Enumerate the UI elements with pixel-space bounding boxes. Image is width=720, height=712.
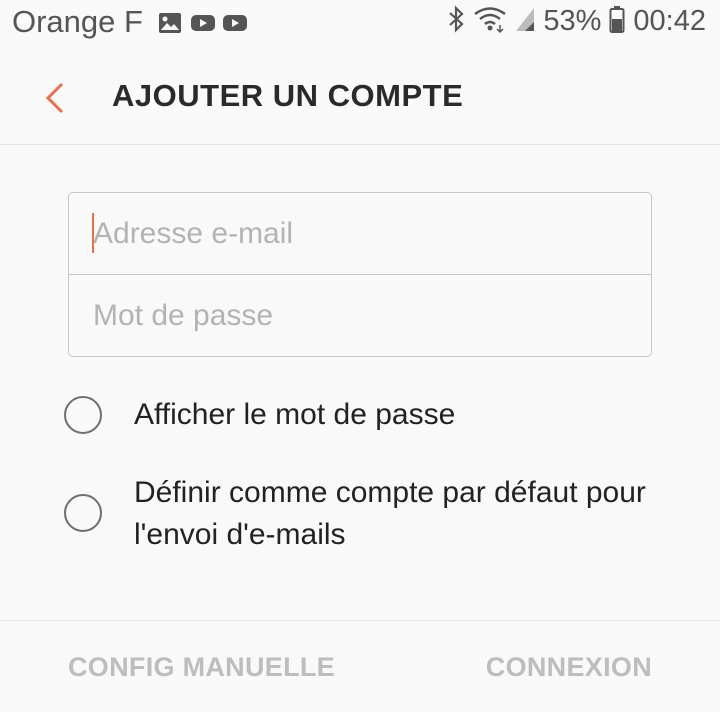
- notification-icons: [158, 12, 247, 33]
- default-account-option[interactable]: Définir comme compte par défaut pour l'e…: [64, 472, 654, 556]
- bluetooth-icon: [447, 4, 465, 39]
- status-icons: 53% 00:42: [447, 4, 706, 39]
- manual-config-button[interactable]: CONFIG MANUELLE: [68, 652, 335, 683]
- clock: 00:42: [633, 5, 706, 37]
- image-icon: [158, 12, 182, 33]
- chevron-left-icon: [45, 82, 64, 114]
- battery-icon: [609, 5, 625, 38]
- default-account-radio[interactable]: [64, 494, 102, 532]
- back-button[interactable]: [36, 78, 76, 118]
- show-password-label: Afficher le mot de passe: [134, 398, 456, 431]
- wifi-icon: [473, 5, 507, 38]
- bottom-divider: [0, 620, 720, 621]
- app-bar: AJOUTER UN COMPTE: [0, 50, 720, 145]
- youtube-icon: [190, 12, 215, 32]
- status-bar: Orange F 53% 00:42: [0, 0, 720, 50]
- youtube-icon: [222, 12, 247, 32]
- signal-icon: [515, 6, 535, 37]
- password-field[interactable]: [69, 275, 651, 356]
- page-title: AJOUTER UN COMPTE: [112, 78, 464, 113]
- show-password-option[interactable]: Afficher le mot de passe: [64, 394, 455, 436]
- email-field[interactable]: [69, 193, 651, 274]
- default-account-label: Définir comme compte par défaut pour l'e…: [134, 476, 646, 551]
- battery-percent: 53%: [543, 5, 602, 37]
- login-button[interactable]: CONNEXION: [486, 652, 652, 683]
- show-password-radio[interactable]: [64, 396, 102, 434]
- carrier-name: Orange F: [12, 4, 143, 39]
- login-form: [68, 192, 652, 357]
- text-cursor: [92, 213, 94, 253]
